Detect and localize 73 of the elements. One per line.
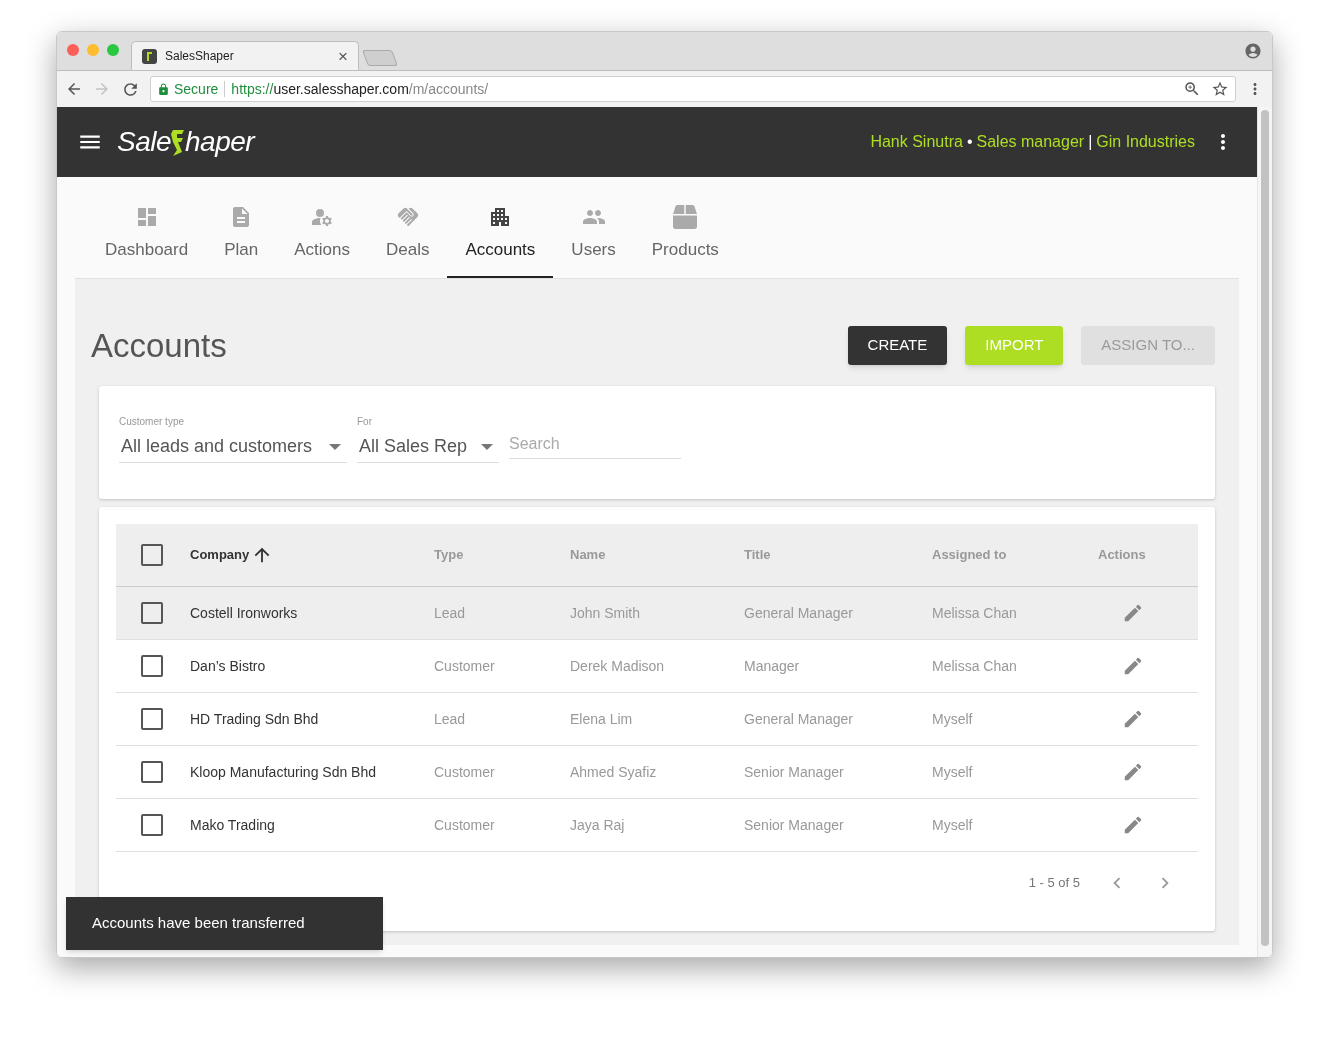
url-text: https://user.salesshaper.com/m/accounts/ <box>231 79 489 99</box>
company-cell: Mako Trading <box>190 816 275 833</box>
checkbox[interactable] <box>141 708 163 730</box>
customer-type-dropdown[interactable]: Customer type All leads and customers <box>119 414 347 463</box>
assigned-cell: Myself <box>932 710 973 727</box>
company-cell: HD Trading Sdn Bhd <box>190 710 319 727</box>
bookmark-star-icon[interactable] <box>1211 80 1229 98</box>
checkbox[interactable] <box>141 544 163 566</box>
app-logo: Sale haper <box>117 128 255 156</box>
name-cell: Ahmed Syafiz <box>570 763 657 780</box>
name-cell: John Smith <box>570 604 641 621</box>
type-cell: Customer <box>434 763 495 780</box>
nav-tab[interactable]: Dashboard <box>87 191 207 278</box>
snackbar: Accounts have been transferred <box>66 897 383 950</box>
separator-dot: • <box>966 132 973 152</box>
dropdown-arrow-icon <box>481 443 493 450</box>
edit-icon[interactable] <box>1122 761 1144 783</box>
title-cell: Manager <box>744 657 800 674</box>
nav-tab[interactable]: Products <box>633 191 737 278</box>
secure-label: Secure <box>174 79 219 99</box>
page-title: Accounts <box>91 325 227 366</box>
checkbox[interactable] <box>141 602 163 624</box>
lock-icon <box>157 82 170 96</box>
company-cell: Costell Ironworks <box>190 604 298 621</box>
assigned-cell: Melissa Chan <box>932 657 1017 674</box>
edit-icon[interactable] <box>1122 814 1144 836</box>
zoom-icon[interactable] <box>1183 80 1201 98</box>
table-row[interactable]: Costell Ironworks Lead John Smith General Manager Melissa Chan <box>116 587 1198 640</box>
nav-tab[interactable]: Deals <box>367 191 448 278</box>
checkbox[interactable] <box>141 814 163 836</box>
action-button[interactable]: CREATE <box>847 326 948 365</box>
column-header[interactable]: Company <box>190 545 250 565</box>
company-name[interactable]: Gin Industries <box>1096 130 1195 154</box>
tab-title: SalesShaper <box>165 48 234 65</box>
edit-icon[interactable] <box>1122 708 1144 730</box>
sales-rep-dropdown[interactable]: For All Sales Rep <box>357 414 499 463</box>
checkbox[interactable] <box>141 761 163 783</box>
app-favicon <box>142 48 157 64</box>
name-cell: Derek Madison <box>570 657 665 674</box>
nav-tab[interactable]: Users <box>553 191 634 278</box>
user-role[interactable]: Sales manager <box>976 130 1085 154</box>
scrollbar[interactable] <box>1257 107 1272 957</box>
company-cell: Dan’s Bistro <box>190 657 266 674</box>
title-cell: Senior Manager <box>744 816 844 833</box>
browser-tab[interactable]: SalesShaper × <box>131 41 359 70</box>
profile-icon[interactable] <box>1244 42 1262 60</box>
user-name[interactable]: Hank Sinutra <box>870 130 963 154</box>
handshake-icon <box>395 205 420 229</box>
title-cell: Senior Manager <box>744 763 844 780</box>
assigned-cell: Myself <box>932 763 973 780</box>
type-cell: Customer <box>434 816 495 833</box>
assigned-cell: Myself <box>932 816 973 833</box>
tab-close-button[interactable]: × <box>338 47 348 65</box>
type-cell: Customer <box>434 657 495 674</box>
title-cell: General Manager <box>744 710 853 727</box>
nav-tab[interactable]: Plan <box>206 191 277 278</box>
search-field[interactable]: Search <box>509 432 681 459</box>
pagination-label: 1 - 5 of 5 <box>1028 874 1080 893</box>
separator-label: | <box>1088 132 1093 152</box>
nav-tab[interactable]: Actions <box>276 191 368 278</box>
company-cell: Kloop Manufacturing Sdn Bhd <box>190 763 376 780</box>
type-cell: Lead <box>434 604 466 621</box>
edit-icon[interactable] <box>1122 602 1144 624</box>
edit-icon[interactable] <box>1122 655 1144 677</box>
dropdown-arrow-icon <box>329 443 341 450</box>
type-cell: Lead <box>434 710 466 727</box>
title-cell: General Manager <box>744 604 853 621</box>
box-icon <box>673 205 698 229</box>
checkbox[interactable] <box>141 655 163 677</box>
name-cell: Elena Lim <box>570 710 633 727</box>
name-cell: Jaya Raj <box>570 816 625 833</box>
address-field[interactable]: Secure https://user.salesshaper.com/m/accounts/ <box>150 76 1236 102</box>
assigned-cell: Melissa Chan <box>932 604 1017 621</box>
